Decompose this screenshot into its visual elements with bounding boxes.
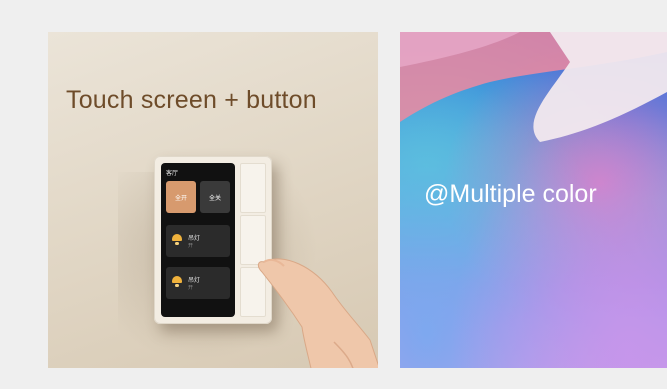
light-row: 吊灯 开 xyxy=(166,225,230,257)
light-row: 吊灯 开 xyxy=(166,267,230,299)
panel-title: @Multiple color xyxy=(424,180,597,208)
device-screen: 客厅 全开 全关 吊灯 开 吊灯 开 xyxy=(161,163,235,317)
pointing-hand-icon xyxy=(257,258,378,368)
light-row-label: 吊灯 xyxy=(188,236,201,242)
light-row-status: 开 xyxy=(188,285,194,291)
light-row-label: 吊灯 xyxy=(188,278,201,284)
multiple-color-panel: @Multiple color xyxy=(400,32,667,368)
touch-screen-panel: Touch screen + button 客厅 全开 全关 吊灯 开 吊灯 开 xyxy=(48,32,378,368)
lamp-icon xyxy=(172,276,182,287)
all-on-label: 全开 xyxy=(174,195,187,202)
decorative-ribbon xyxy=(400,32,667,142)
lamp-icon xyxy=(172,234,182,245)
physical-key-top xyxy=(240,163,266,213)
all-off-tile: 全关 xyxy=(200,181,230,213)
all-off-label: 全关 xyxy=(208,195,221,202)
panel-title: Touch screen + button xyxy=(66,86,317,114)
screen-room-title: 客厅 xyxy=(166,171,179,177)
all-on-tile: 全开 xyxy=(166,181,196,213)
light-row-status: 开 xyxy=(188,243,194,249)
